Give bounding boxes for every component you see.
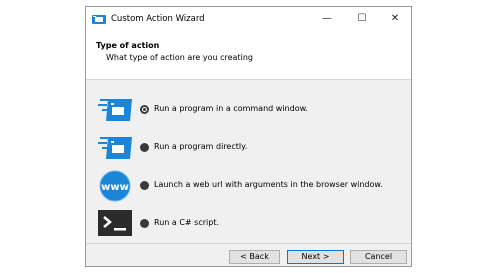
app-icon [92,15,106,24]
option-label: Run a C# script. [154,218,219,227]
radio-unselected[interactable] [140,143,149,152]
window-title: Custom Action Wizard [111,14,205,24]
back-button[interactable]: < Back [229,250,280,264]
option-command-window[interactable]: Run a program in a command window. [98,93,403,127]
radio-unselected[interactable] [140,219,149,228]
wizard-header: Type of action What type of action are y… [86,33,411,80]
www-globe-icon: www [99,170,131,202]
maximize-button[interactable]: ☐ [346,9,378,29]
title-bar[interactable]: Custom Action Wizard — ☐ ✕ [86,7,411,33]
option-web-url[interactable]: www Launch a web url with arguments in t… [98,169,403,203]
option-label: Run a program directly. [154,142,248,151]
option-label: Launch a web url with arguments in the b… [154,180,383,189]
header-title: Type of action [96,41,160,50]
option-program-directly[interactable]: Run a program directly. [98,131,403,165]
option-label: Run a program in a command window. [154,104,308,113]
minimize-button[interactable]: — [311,9,343,29]
option-csharp-script[interactable]: Run a C# script. [98,207,403,241]
command-window-icon [98,99,132,121]
close-button[interactable]: ✕ [379,9,411,29]
footer-divider [86,243,411,244]
header-subtitle: What type of action are you creating [106,53,253,62]
wizard-window: Custom Action Wizard — ☐ ✕ Type of actio… [85,6,412,267]
cancel-button[interactable]: Cancel [350,250,407,264]
terminal-script-icon [98,210,132,236]
svg-text:www: www [101,182,129,193]
next-button[interactable]: Next > [287,250,344,264]
radio-unselected[interactable] [140,181,149,190]
radio-selected[interactable] [140,105,149,114]
program-icon [98,137,132,159]
